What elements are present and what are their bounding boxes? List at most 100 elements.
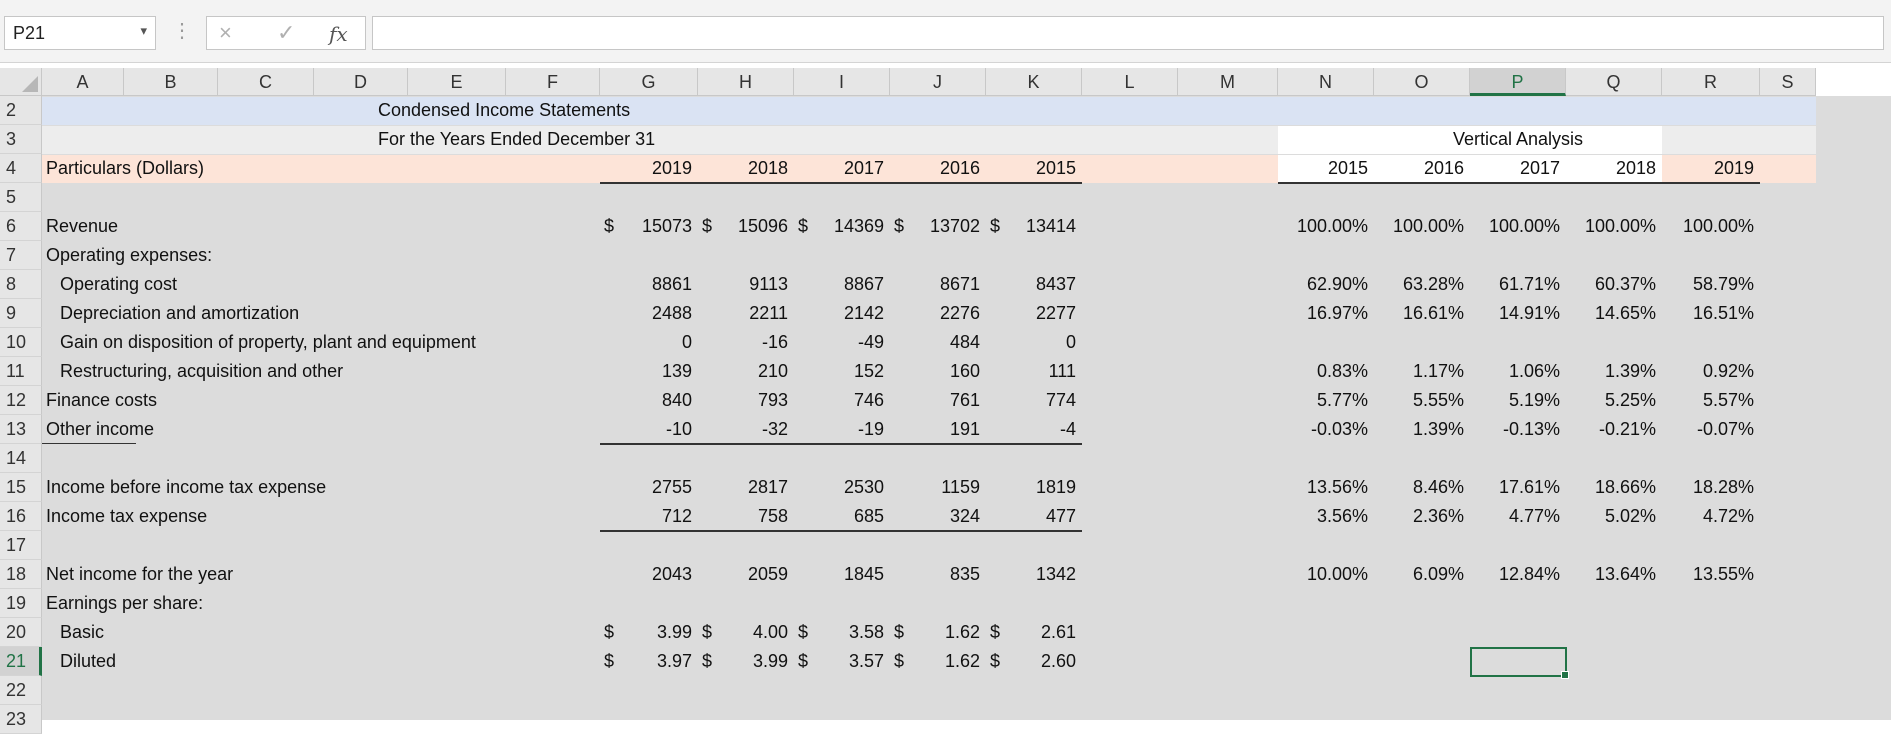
row-header-13[interactable]: 13	[0, 415, 42, 444]
value-cell: 758	[757, 506, 788, 526]
row-header-3[interactable]: 3	[0, 125, 42, 154]
currency-symbol: $	[798, 651, 809, 671]
year-header-2015: 2015	[1035, 158, 1076, 178]
currency-symbol: $	[702, 622, 713, 642]
line-item-label: Operating cost	[60, 274, 178, 294]
value-cell: 2530	[843, 477, 884, 497]
va-percent-cell: 16.51%	[1692, 303, 1754, 323]
column-header-k[interactable]: K	[986, 68, 1082, 96]
value-cell: 793	[757, 390, 788, 410]
column-header-d[interactable]: D	[314, 68, 408, 96]
row-header-19[interactable]: 19	[0, 589, 42, 618]
row-header-5[interactable]: 5	[0, 183, 42, 212]
column-header-o[interactable]: O	[1374, 68, 1470, 96]
column-header-c[interactable]: C	[218, 68, 314, 96]
value-cell: 2059	[747, 564, 788, 584]
selected-cell[interactable]	[1470, 647, 1569, 679]
row-header-6[interactable]: 6	[0, 212, 42, 241]
column-header-q[interactable]: Q	[1566, 68, 1662, 96]
header-underline	[600, 182, 1082, 184]
value-cell: 840	[661, 390, 692, 410]
enter-icon[interactable]: ✓	[277, 20, 295, 46]
column-header-a[interactable]: A	[42, 68, 124, 96]
row-header-16[interactable]: 16	[0, 502, 42, 531]
value-cell: 8671	[939, 274, 980, 294]
column-header-i[interactable]: I	[794, 68, 890, 96]
value-cell: 0	[681, 332, 692, 352]
column-header-e[interactable]: E	[408, 68, 506, 96]
row-header-2[interactable]: 2	[0, 96, 42, 125]
va-year-header-2018: 2018	[1615, 158, 1656, 178]
va-percent-cell: 14.91%	[1498, 303, 1560, 323]
va-percent-cell: 5.19%	[1508, 390, 1560, 410]
va-percent-cell: 100.00%	[1296, 216, 1368, 236]
value-cell: 111	[1048, 361, 1076, 381]
va-percent-cell: 12.84%	[1498, 564, 1560, 584]
va-percent-cell: 100.00%	[1392, 216, 1464, 236]
va-percent-cell: 63.28%	[1402, 274, 1464, 294]
title-band	[42, 97, 1816, 125]
value-cell: -16	[761, 332, 788, 352]
cell-area[interactable]: Condensed Income Statements For the Years…	[42, 96, 1891, 720]
column-header-m[interactable]: M	[1178, 68, 1278, 96]
va-percent-cell: 13.55%	[1692, 564, 1754, 584]
chevron-down-icon[interactable]: ▾	[140, 23, 147, 39]
row-header-11[interactable]: 11	[0, 357, 42, 386]
row-header-20[interactable]: 20	[0, 618, 42, 647]
formula-input[interactable]	[372, 16, 1884, 50]
more-options-icon[interactable]: ⋮	[172, 18, 192, 43]
row-header-14[interactable]: 14	[0, 444, 42, 473]
row-header-21[interactable]: 21	[0, 647, 42, 676]
insert-function-icon[interactable]: fx	[329, 22, 348, 46]
cancel-icon[interactable]: ×	[219, 20, 232, 46]
row-header-15[interactable]: 15	[0, 473, 42, 502]
row-header-4[interactable]: 4	[0, 154, 42, 183]
va-percent-cell: 60.37%	[1594, 274, 1656, 294]
column-header-p[interactable]: P	[1470, 68, 1566, 96]
row-header-8[interactable]: 8	[0, 270, 42, 299]
name-box[interactable]: P21 ▾	[4, 16, 156, 50]
row-header-22[interactable]: 22	[0, 676, 42, 705]
row-header-12[interactable]: 12	[0, 386, 42, 415]
value-cell: -32	[761, 419, 788, 439]
column-header-h[interactable]: H	[698, 68, 794, 96]
currency-symbol: $	[702, 651, 713, 671]
column-header-g[interactable]: G	[600, 68, 698, 96]
va-percent-cell: 8.46%	[1412, 477, 1464, 497]
column-header-r[interactable]: R	[1662, 68, 1760, 96]
column-header-s[interactable]: S	[1760, 68, 1816, 96]
column-header-l[interactable]: L	[1082, 68, 1178, 96]
column-header-f[interactable]: F	[506, 68, 600, 96]
select-all-button[interactable]	[0, 68, 42, 96]
value-cell: 2211	[749, 303, 788, 323]
row-header-18[interactable]: 18	[0, 560, 42, 589]
value-cell: -4	[1059, 419, 1076, 439]
value-cell: 2142	[843, 303, 884, 323]
gridline	[1178, 96, 1179, 720]
gridline	[506, 96, 507, 720]
va-percent-cell: -0.03%	[1310, 419, 1368, 439]
column-header-j[interactable]: J	[890, 68, 986, 96]
value-cell: 139	[661, 361, 692, 381]
row-header-7[interactable]: 7	[0, 241, 42, 270]
va-percent-cell: 61.71%	[1498, 274, 1560, 294]
currency-symbol: $	[990, 216, 1001, 236]
value-cell: 712	[661, 506, 692, 526]
gridline	[218, 96, 219, 720]
row-header-9[interactable]: 9	[0, 299, 42, 328]
va-percent-cell: 0.83%	[1316, 361, 1368, 381]
value-cell: 1159	[941, 477, 980, 497]
row-header-10[interactable]: 10	[0, 328, 42, 357]
row-header-17[interactable]: 17	[0, 531, 42, 560]
value-cell: 2755	[651, 477, 692, 497]
year-header-2017: 2017	[843, 158, 884, 178]
column-header-n[interactable]: N	[1278, 68, 1374, 96]
fill-handle[interactable]	[1561, 671, 1569, 679]
va-percent-cell: 5.77%	[1316, 390, 1368, 410]
va-percent-cell: 10.00%	[1306, 564, 1368, 584]
value-cell: -49	[857, 332, 884, 352]
spreadsheet-grid: ABCDEFGHIJKLMNOPQRS 2 3 4 5 6 7 8 9 10 11 12 13 14 15…	[0, 62, 1891, 734]
va-percent-cell: 5.55%	[1412, 390, 1464, 410]
currency-symbol: $	[990, 651, 1001, 671]
column-header-b[interactable]: B	[124, 68, 218, 96]
